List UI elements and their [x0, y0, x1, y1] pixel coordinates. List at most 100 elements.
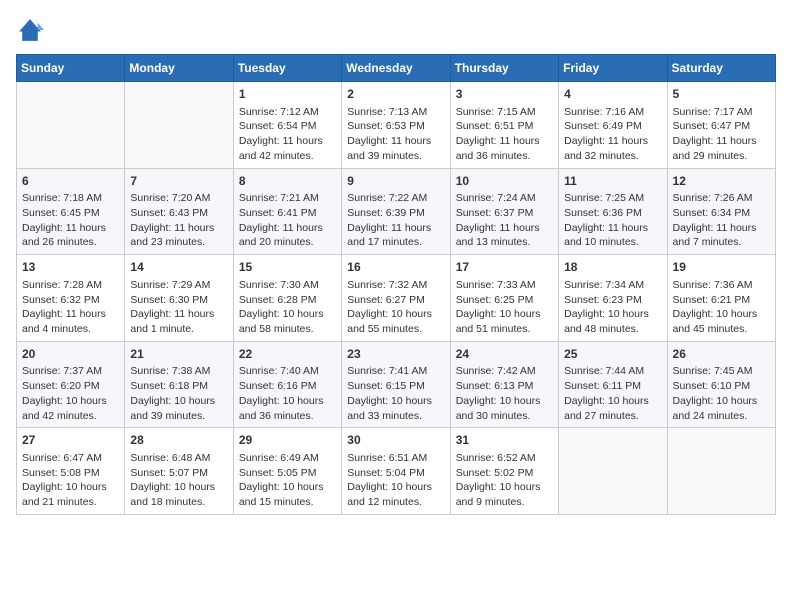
day-info: Sunrise: 7:26 AM Sunset: 6:34 PM Dayligh… [673, 191, 770, 250]
day-info: Sunrise: 6:52 AM Sunset: 5:02 PM Dayligh… [456, 451, 553, 510]
header-day-friday: Friday [559, 55, 667, 82]
day-number: 21 [130, 346, 227, 363]
header-row: SundayMondayTuesdayWednesdayThursdayFrid… [17, 55, 776, 82]
calendar-table: SundayMondayTuesdayWednesdayThursdayFrid… [16, 54, 776, 515]
day-number: 24 [456, 346, 553, 363]
day-number: 6 [22, 173, 119, 190]
day-number: 20 [22, 346, 119, 363]
day-info: Sunrise: 7:15 AM Sunset: 6:51 PM Dayligh… [456, 105, 553, 164]
day-number: 27 [22, 432, 119, 449]
day-number: 3 [456, 86, 553, 103]
day-info: Sunrise: 7:36 AM Sunset: 6:21 PM Dayligh… [673, 278, 770, 337]
day-number: 10 [456, 173, 553, 190]
day-number: 23 [347, 346, 444, 363]
calendar-cell: 13Sunrise: 7:28 AM Sunset: 6:32 PM Dayli… [17, 255, 125, 342]
logo [16, 16, 48, 44]
calendar-cell [667, 428, 775, 515]
calendar-cell: 5 Sunrise: 7:17 AM Sunset: 6:47 PM Daylig… [667, 82, 775, 169]
calendar-cell: 30Sunrise: 6:51 AM Sunset: 5:04 PM Dayli… [342, 428, 450, 515]
header-day-monday: Monday [125, 55, 233, 82]
day-number: 29 [239, 432, 336, 449]
calendar-cell: 28 Sunrise: 6:48 AM Sunset: 5:07 PM Dayli… [125, 428, 233, 515]
calendar-cell: 14 Sunrise: 7:29 AM Sunset: 6:30 PM Dayli… [125, 255, 233, 342]
day-info: Sunrise: 7:38 AM Sunset: 6:18 PM Dayligh… [130, 364, 227, 423]
day-number: 5 [673, 86, 770, 103]
day-info: Sunrise: 7:16 AM Sunset: 6:49 PM Dayligh… [564, 105, 661, 164]
day-info: Sunrise: 7:32 AM Sunset: 6:27 PM Dayligh… [347, 278, 444, 337]
header-day-sunday: Sunday [17, 55, 125, 82]
week-row-0: 1Sunrise: 7:12 AM Sunset: 6:54 PM Daylig… [17, 82, 776, 169]
calendar-body: 1Sunrise: 7:12 AM Sunset: 6:54 PM Daylig… [17, 82, 776, 515]
day-number: 25 [564, 346, 661, 363]
day-number: 31 [456, 432, 553, 449]
day-info: Sunrise: 7:13 AM Sunset: 6:53 PM Dayligh… [347, 105, 444, 164]
calendar-cell: 16 Sunrise: 7:32 AM Sunset: 6:27 PM Dayli… [342, 255, 450, 342]
day-info: Sunrise: 7:41 AM Sunset: 6:15 PM Dayligh… [347, 364, 444, 423]
day-info: Sunrise: 7:20 AM Sunset: 6:43 PM Dayligh… [130, 191, 227, 250]
calendar-cell: 6Sunrise: 7:18 AM Sunset: 6:45 PM Daylig… [17, 168, 125, 255]
day-info: Sunrise: 6:47 AM Sunset: 5:08 PM Dayligh… [22, 451, 119, 510]
day-number: 11 [564, 173, 661, 190]
day-number: 8 [239, 173, 336, 190]
calendar-cell: 20Sunrise: 7:37 AM Sunset: 6:20 PM Dayli… [17, 341, 125, 428]
day-number: 16 [347, 259, 444, 276]
week-row-4: 27 Sunrise: 6:47 AM Sunset: 5:08 PM Dayli… [17, 428, 776, 515]
day-number: 19 [673, 259, 770, 276]
day-info: Sunrise: 7:17 AM Sunset: 6:47 PM Dayligh… [673, 105, 770, 164]
day-info: Sunrise: 7:21 AM Sunset: 6:41 PM Dayligh… [239, 191, 336, 250]
calendar-cell: 23Sunrise: 7:41 AM Sunset: 6:15 PM Dayli… [342, 341, 450, 428]
day-number: 2 [347, 86, 444, 103]
calendar-cell: 27 Sunrise: 6:47 AM Sunset: 5:08 PM Dayli… [17, 428, 125, 515]
day-info: Sunrise: 7:30 AM Sunset: 6:28 PM Dayligh… [239, 278, 336, 337]
day-info: Sunrise: 7:18 AM Sunset: 6:45 PM Dayligh… [22, 191, 119, 250]
week-row-1: 6Sunrise: 7:18 AM Sunset: 6:45 PM Daylig… [17, 168, 776, 255]
day-info: Sunrise: 7:28 AM Sunset: 6:32 PM Dayligh… [22, 278, 119, 337]
day-info: Sunrise: 7:42 AM Sunset: 6:13 PM Dayligh… [456, 364, 553, 423]
day-number: 30 [347, 432, 444, 449]
calendar-cell: 15 Sunrise: 7:30 AM Sunset: 6:28 PM Dayli… [233, 255, 341, 342]
calendar-cell: 1Sunrise: 7:12 AM Sunset: 6:54 PM Daylig… [233, 82, 341, 169]
header-day-wednesday: Wednesday [342, 55, 450, 82]
calendar-cell [17, 82, 125, 169]
day-number: 14 [130, 259, 227, 276]
calendar-cell: 24Sunrise: 7:42 AM Sunset: 6:13 PM Dayli… [450, 341, 558, 428]
header-day-saturday: Saturday [667, 55, 775, 82]
calendar-cell: 29 Sunrise: 6:49 AM Sunset: 5:05 PM Dayli… [233, 428, 341, 515]
calendar-cell: 18 Sunrise: 7:34 AM Sunset: 6:23 PM Dayli… [559, 255, 667, 342]
day-info: Sunrise: 7:44 AM Sunset: 6:11 PM Dayligh… [564, 364, 661, 423]
day-info: Sunrise: 7:45 AM Sunset: 6:10 PM Dayligh… [673, 364, 770, 423]
day-info: Sunrise: 6:48 AM Sunset: 5:07 PM Dayligh… [130, 451, 227, 510]
calendar-cell: 22Sunrise: 7:40 AM Sunset: 6:16 PM Dayli… [233, 341, 341, 428]
day-number: 26 [673, 346, 770, 363]
day-number: 7 [130, 173, 227, 190]
week-row-2: 13Sunrise: 7:28 AM Sunset: 6:32 PM Dayli… [17, 255, 776, 342]
day-number: 28 [130, 432, 227, 449]
calendar-cell: 12Sunrise: 7:26 AM Sunset: 6:34 PM Dayli… [667, 168, 775, 255]
calendar-cell: 7Sunrise: 7:20 AM Sunset: 6:43 PM Daylig… [125, 168, 233, 255]
day-info: Sunrise: 7:33 AM Sunset: 6:25 PM Dayligh… [456, 278, 553, 337]
day-info: Sunrise: 6:49 AM Sunset: 5:05 PM Dayligh… [239, 451, 336, 510]
day-number: 18 [564, 259, 661, 276]
day-info: Sunrise: 7:34 AM Sunset: 6:23 PM Dayligh… [564, 278, 661, 337]
calendar-cell: 26Sunrise: 7:45 AM Sunset: 6:10 PM Dayli… [667, 341, 775, 428]
page-header [16, 16, 776, 44]
calendar-cell: 11Sunrise: 7:25 AM Sunset: 6:36 PM Dayli… [559, 168, 667, 255]
calendar-cell: 19 Sunrise: 7:36 AM Sunset: 6:21 PM Dayli… [667, 255, 775, 342]
day-info: Sunrise: 7:37 AM Sunset: 6:20 PM Dayligh… [22, 364, 119, 423]
calendar-cell: 21Sunrise: 7:38 AM Sunset: 6:18 PM Dayli… [125, 341, 233, 428]
day-number: 22 [239, 346, 336, 363]
day-info: Sunrise: 7:22 AM Sunset: 6:39 PM Dayligh… [347, 191, 444, 250]
day-info: Sunrise: 7:25 AM Sunset: 6:36 PM Dayligh… [564, 191, 661, 250]
day-info: Sunrise: 7:40 AM Sunset: 6:16 PM Dayligh… [239, 364, 336, 423]
day-number: 15 [239, 259, 336, 276]
week-row-3: 20Sunrise: 7:37 AM Sunset: 6:20 PM Dayli… [17, 341, 776, 428]
header-day-tuesday: Tuesday [233, 55, 341, 82]
day-info: Sunrise: 7:29 AM Sunset: 6:30 PM Dayligh… [130, 278, 227, 337]
day-number: 12 [673, 173, 770, 190]
calendar-cell: 8Sunrise: 7:21 AM Sunset: 6:41 PM Daylig… [233, 168, 341, 255]
calendar-cell [559, 428, 667, 515]
calendar-cell: 25Sunrise: 7:44 AM Sunset: 6:11 PM Dayli… [559, 341, 667, 428]
day-number: 9 [347, 173, 444, 190]
calendar-cell: 31 Sunrise: 6:52 AM Sunset: 5:02 PM Dayli… [450, 428, 558, 515]
header-day-thursday: Thursday [450, 55, 558, 82]
